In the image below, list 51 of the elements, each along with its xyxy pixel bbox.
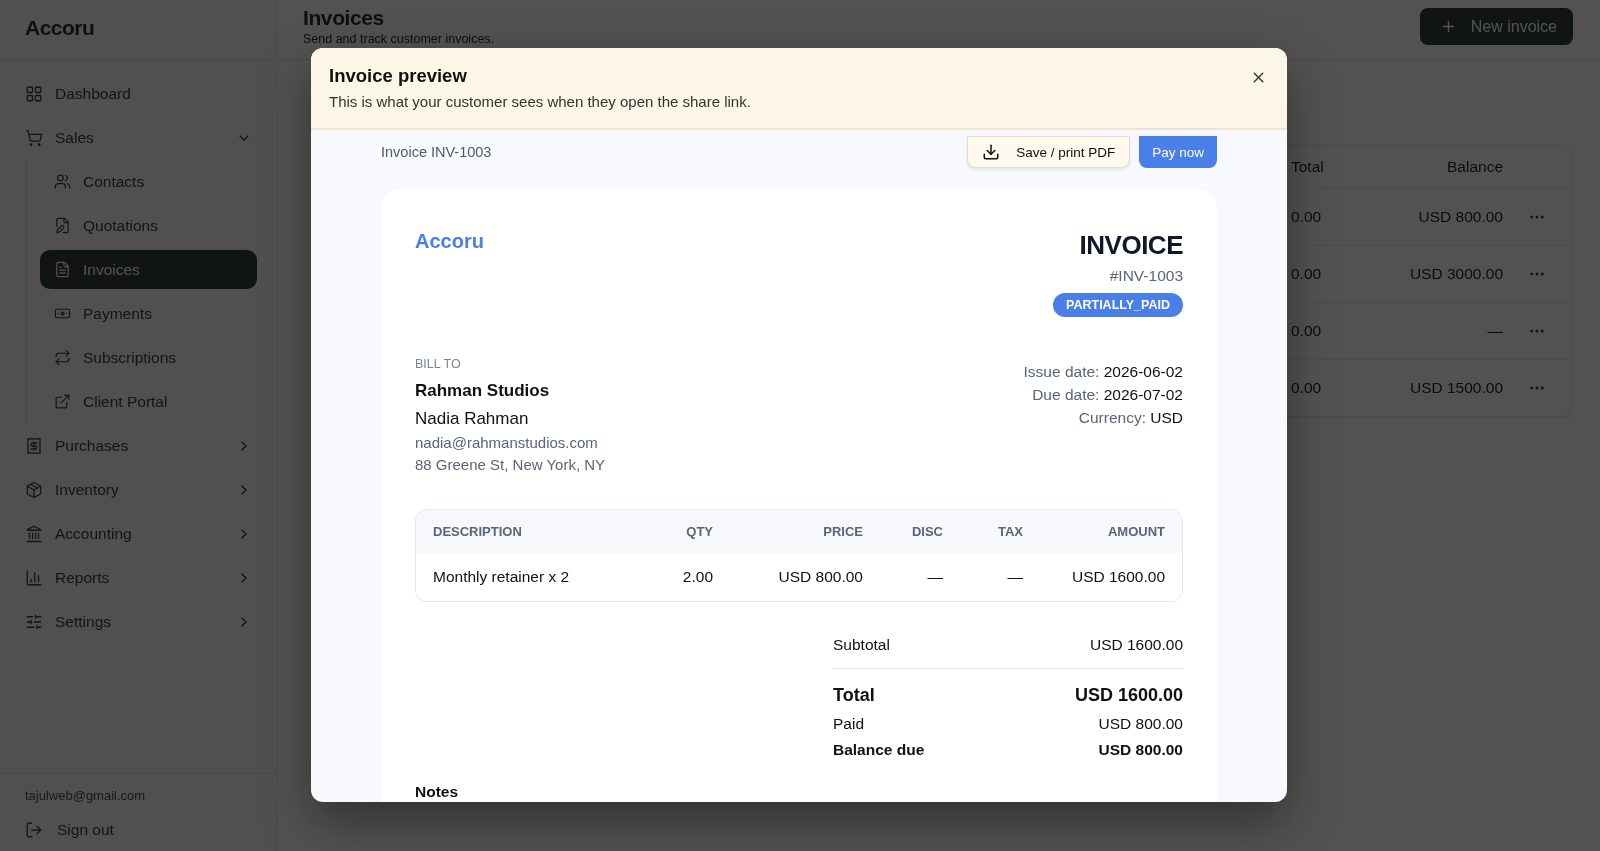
notes-heading: Notes xyxy=(415,783,460,801)
table-cell-text: — xyxy=(1486,322,1503,340)
table-cell-text: 0.00 xyxy=(1290,322,1323,340)
table-cell-text: USD 3000.00 xyxy=(1408,265,1503,283)
dialog-subtitle: This is what your customer sees when they open the share link. xyxy=(329,93,751,110)
contact-address: 88 Greene St, New York, NY xyxy=(415,456,606,473)
dialog-title: Invoice preview xyxy=(329,65,468,87)
total-value: USD 800.00 xyxy=(1098,741,1183,759)
column-header: QTY xyxy=(685,524,713,539)
contact-email: nadia@rahmanstudios.com xyxy=(415,434,599,451)
save-pdf-button[interactable]: Save / print PDF xyxy=(967,136,1131,168)
table-cell-text: Monthly retainer x 2 xyxy=(433,568,571,586)
column-header: Total xyxy=(1290,158,1325,176)
table-cell-text: USD 800.00 xyxy=(1417,208,1503,226)
table-cell-text: USD 1600.00 xyxy=(1070,568,1165,586)
invoice-reference: Invoice INV-1003 xyxy=(381,144,492,160)
column-header: AMOUNT xyxy=(1106,524,1165,539)
company-name: Rahman Studios xyxy=(415,381,551,401)
total-label: Subtotal xyxy=(833,636,890,654)
invoice-meta: Issue date: 2026-06-02 xyxy=(1023,363,1183,381)
table-cell-text: — xyxy=(1006,568,1023,586)
pay-now-button[interactable]: Pay now xyxy=(1139,136,1217,168)
bill-to-label: BILL TO xyxy=(415,357,462,371)
table-cell-text: USD 800.00 xyxy=(777,568,863,586)
column-header: TAX xyxy=(996,524,1023,539)
page-title: Invoices xyxy=(303,6,385,30)
download-icon xyxy=(982,143,1001,161)
table-cell-text: 0.00 xyxy=(1290,379,1323,397)
column-header: DESCRIPTION xyxy=(433,524,523,539)
total-label: Paid xyxy=(833,715,865,733)
table-cell-text: 0.00 xyxy=(1290,208,1323,226)
total-value: USD 1600.00 xyxy=(1074,685,1183,706)
table-cell-text: — xyxy=(926,568,943,586)
table-cell-text: USD 1500.00 xyxy=(1408,379,1503,397)
table-cell-text: 0.00 xyxy=(1290,265,1323,283)
total-label: Total xyxy=(833,685,875,706)
total-value: USD 800.00 xyxy=(1098,715,1183,733)
status-badge: PARTIALLY_PAID xyxy=(1053,293,1183,317)
total-label: Balance due xyxy=(833,741,925,759)
invoice-meta: Due date: 2026-07-02 xyxy=(1032,386,1183,404)
invoice-heading: INVOICE xyxy=(1079,230,1183,261)
contact-name: Nadia Rahman xyxy=(415,409,530,429)
page-subtitle: Send and track customer invoices. xyxy=(303,32,495,46)
invoice-number: #INV-1003 xyxy=(1109,267,1183,285)
table-cell-text: 2.00 xyxy=(681,568,713,586)
total-value: USD 1600.00 xyxy=(1089,636,1183,654)
invoice-brand: Accoru xyxy=(415,230,484,254)
column-header: DISC xyxy=(910,524,943,539)
column-header: Balance xyxy=(1446,158,1503,176)
column-header: PRICE xyxy=(822,524,863,539)
invoice-meta: Currency: USD xyxy=(1078,409,1183,427)
